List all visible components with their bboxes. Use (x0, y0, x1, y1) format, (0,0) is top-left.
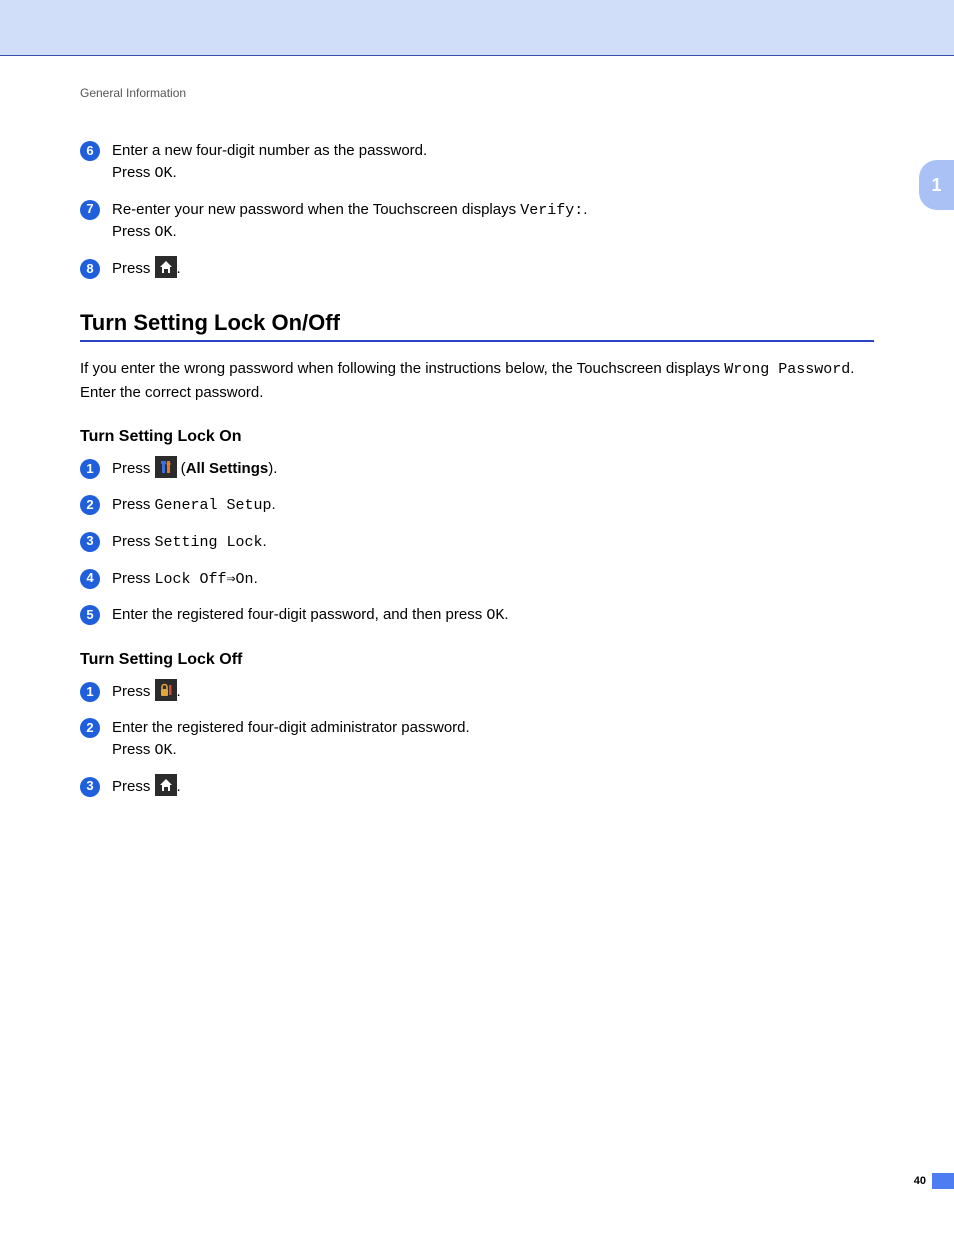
step-8: 8 Press . (80, 258, 874, 280)
lock-off-step-1: 1 Press . (80, 681, 874, 703)
step-body: Press General Setup. (112, 494, 874, 517)
step-text: . (177, 260, 181, 277)
step-text: . (177, 683, 181, 700)
step-number-badge: 3 (80, 532, 100, 552)
step-text: Enter the registered four-digit password… (112, 606, 486, 623)
home-icon (155, 256, 177, 278)
page-number-accent (932, 1173, 954, 1189)
step-number-badge: 8 (80, 259, 100, 279)
page-number: 40 (914, 1175, 926, 1187)
step-number-badge: 2 (80, 718, 100, 738)
step-bold: All Settings (186, 460, 269, 477)
press-label: Press (112, 496, 155, 513)
step-number-badge: 1 (80, 459, 100, 479)
step-7: 7 Re-enter your new password when the To… (80, 199, 874, 245)
step-mono: Verify: (520, 202, 583, 219)
step-text: . (177, 778, 181, 795)
press-label: Press (112, 460, 155, 477)
lock-on-step-2: 2 Press General Setup. (80, 494, 874, 517)
step-number-badge: 5 (80, 605, 100, 625)
step-text: Enter the registered four-digit administ… (112, 719, 470, 736)
step-number-badge: 4 (80, 569, 100, 589)
step-mono: OK (155, 224, 173, 241)
step-text: Press (112, 741, 155, 758)
step-text: . (583, 201, 587, 218)
page-top-bar (0, 0, 954, 56)
intro-mono: Wrong Password (724, 361, 850, 378)
lock-off-step-2: 2 Enter the registered four-digit admini… (80, 717, 874, 762)
chapter-tab: 1 (919, 160, 954, 210)
breadcrumb: General Information (80, 86, 874, 100)
step-body: Press Setting Lock. (112, 531, 874, 554)
step-mono: Setting Lock (155, 534, 263, 551)
press-label: Press (112, 260, 155, 277)
page-content: General Information 6 Enter a new four-d… (80, 86, 874, 798)
step-text: Re-enter your new password when the Touc… (112, 201, 520, 218)
step-mono: Lock Off⇒On (155, 571, 254, 588)
press-label: Press (112, 570, 155, 587)
step-text: . (173, 164, 177, 181)
subhead-lock-off: Turn Setting Lock Off (80, 651, 874, 669)
lock-on-step-3: 3 Press Setting Lock. (80, 531, 874, 554)
step-body: Enter the registered four-digit administ… (112, 717, 874, 762)
lock-on-step-5: 5 Enter the registered four-digit passwo… (80, 604, 874, 627)
step-number-badge: 1 (80, 682, 100, 702)
section-intro: If you enter the wrong password when fol… (80, 358, 874, 404)
press-label: Press (112, 533, 155, 550)
step-text: . (272, 496, 276, 513)
step-6: 6 Enter a new four-digit number as the p… (80, 140, 874, 185)
step-mono: OK (486, 607, 504, 624)
step-body: Enter a new four-digit number as the pas… (112, 140, 874, 185)
lock-icon (155, 679, 177, 701)
lock-on-step-1: 1 Press (All Settings). (80, 458, 874, 480)
section-rule (80, 340, 874, 342)
step-number-badge: 7 (80, 200, 100, 220)
step-mono: OK (155, 742, 173, 759)
step-body: Press . (112, 681, 874, 703)
step-body: Press Lock Off⇒On. (112, 568, 874, 591)
lock-off-step-3: 3 Press . (80, 776, 874, 798)
section-title: Turn Setting Lock On/Off (80, 310, 874, 336)
step-text: Press (112, 223, 155, 240)
step-body: Re-enter your new password when the Touc… (112, 199, 874, 245)
step-text: Enter a new four-digit number as the pas… (112, 142, 427, 159)
step-number-badge: 2 (80, 495, 100, 515)
press-label: Press (112, 683, 155, 700)
step-text: . (504, 606, 508, 623)
subhead-lock-on: Turn Setting Lock On (80, 428, 874, 446)
home-icon (155, 774, 177, 796)
intro-text: If you enter the wrong password when fol… (80, 360, 724, 377)
step-number-badge: 6 (80, 141, 100, 161)
step-text: . (254, 570, 258, 587)
step-text: ). (268, 460, 277, 477)
step-body: Press . (112, 776, 874, 798)
step-body: Enter the registered four-digit password… (112, 604, 874, 627)
step-text: . (263, 533, 267, 550)
step-mono: OK (155, 165, 173, 182)
step-body: Press . (112, 258, 874, 280)
step-mono: General Setup (155, 497, 272, 514)
step-number-badge: 3 (80, 777, 100, 797)
press-label: Press (112, 778, 155, 795)
step-text: . (173, 223, 177, 240)
tools-icon (155, 456, 177, 478)
step-text: ( (177, 460, 186, 477)
step-body: Press (All Settings). (112, 458, 874, 480)
lock-on-step-4: 4 Press Lock Off⇒On. (80, 568, 874, 591)
step-text: . (173, 741, 177, 758)
step-text: Press (112, 164, 155, 181)
